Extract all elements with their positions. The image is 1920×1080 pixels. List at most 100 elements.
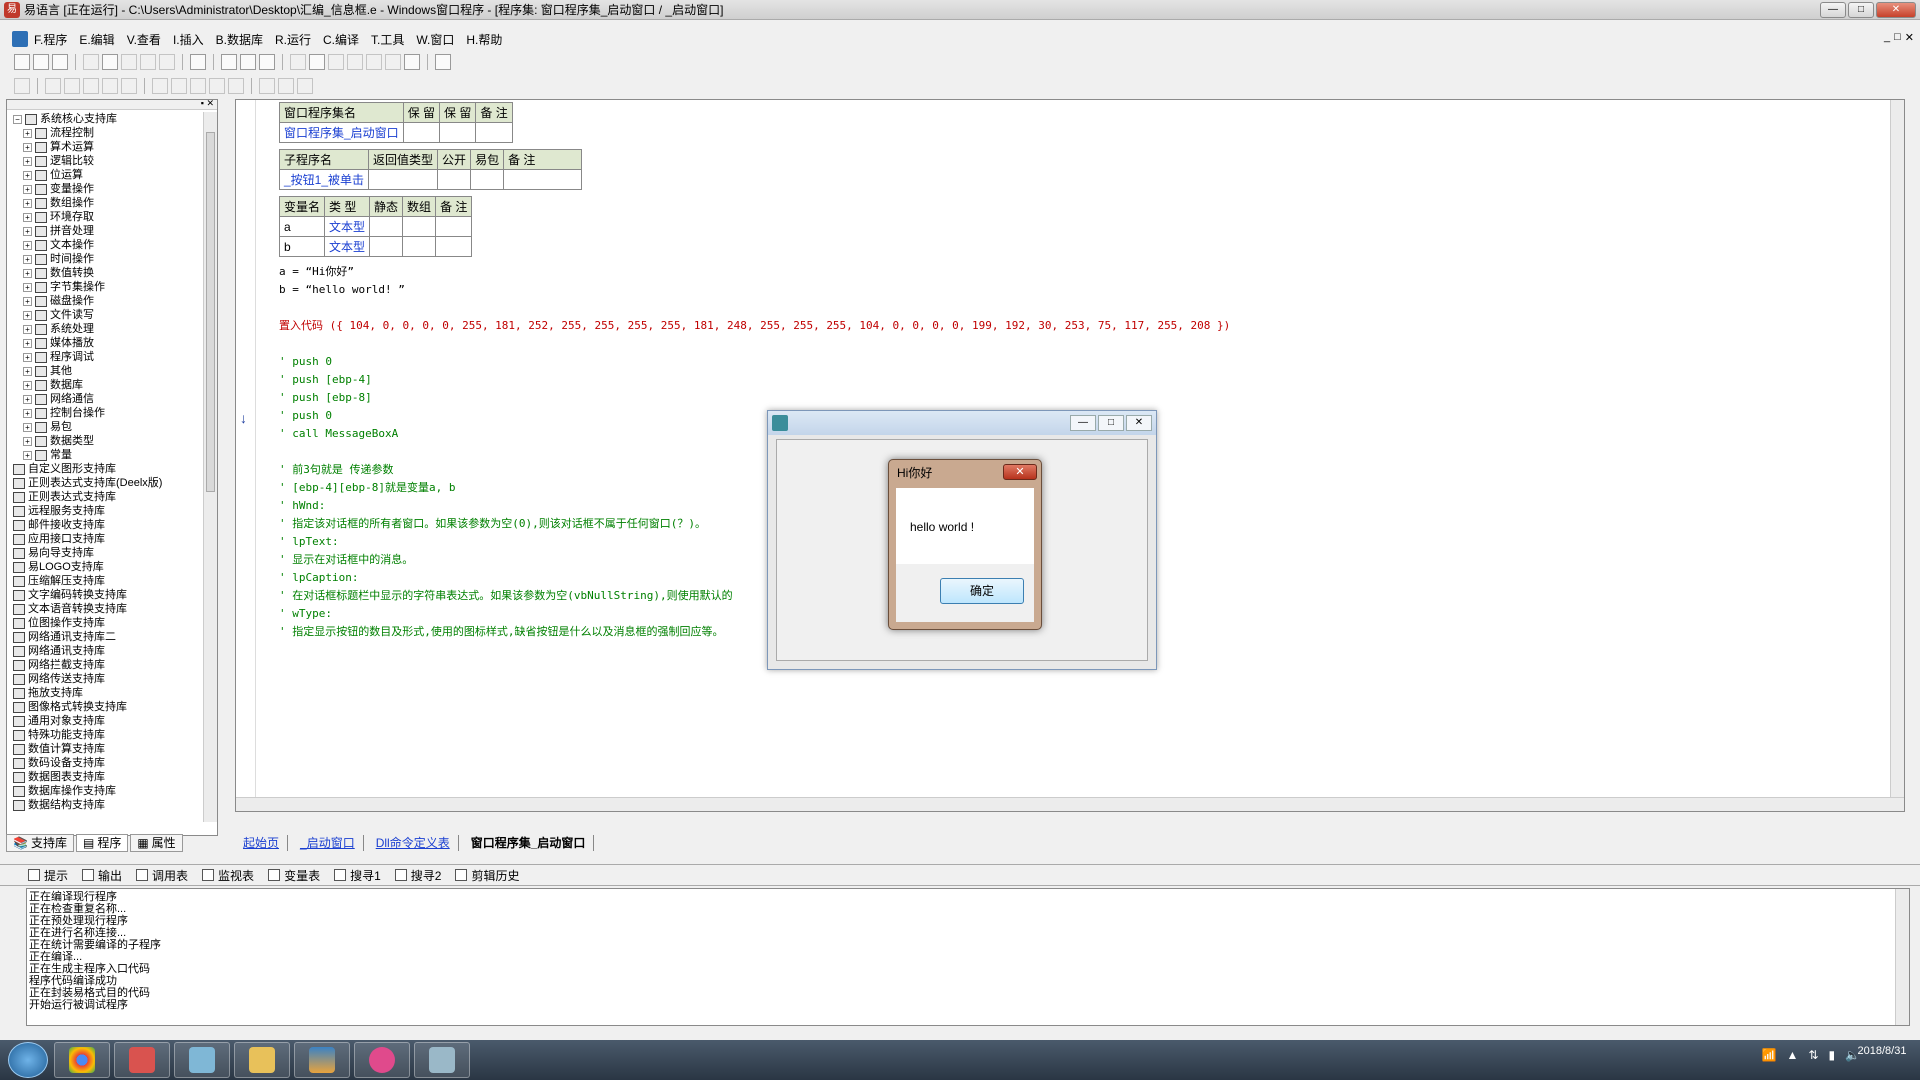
redo-icon[interactable] (140, 54, 156, 70)
align-bottom-icon[interactable] (121, 78, 137, 94)
tab-program[interactable]: ▤ 程序 (75, 834, 129, 852)
code-line[interactable]: a = “Hi你好” (279, 263, 1230, 281)
tab-properties[interactable]: ▦ 属性 (130, 834, 183, 852)
tree-node-library[interactable]: 网络通讯支持库 (7, 644, 203, 658)
tab-start-page[interactable]: 起始页 (235, 835, 289, 851)
expand-icon[interactable]: + (23, 408, 32, 418)
align-center-icon[interactable] (45, 78, 61, 94)
editor-vertical-scrollbar[interactable] (1890, 100, 1904, 811)
table-cell[interactable] (437, 169, 472, 190)
expand-icon[interactable]: + (23, 184, 32, 194)
tree-node-library[interactable]: 网络传送支持库 (7, 672, 203, 686)
tree-node-library[interactable]: 正则表达式支持库(Deelx版) (7, 476, 203, 490)
tree-node-library[interactable]: 远程服务支持库 (7, 504, 203, 518)
layout-icon[interactable] (221, 54, 237, 70)
table-cell[interactable] (503, 169, 583, 190)
output-scrollbar[interactable] (1895, 889, 1909, 1025)
form-minimize-button[interactable]: — (1070, 415, 1096, 431)
variable-type-cell[interactable]: 文本型 (324, 216, 371, 237)
maximize-button[interactable]: □ (1848, 1, 1874, 18)
copy-icon[interactable] (102, 54, 118, 70)
undo-icon[interactable] (159, 54, 175, 70)
tree-node-library[interactable]: 数据库操作支持库 (7, 784, 203, 798)
table-cell[interactable] (470, 169, 505, 190)
panel-close-icon[interactable]: ▪ ✕ (201, 98, 214, 109)
tree-node-category[interactable]: + 数组操作 (7, 196, 203, 210)
expand-icon[interactable]: + (23, 128, 32, 138)
table-icon[interactable] (259, 54, 275, 70)
save-icon[interactable] (52, 54, 68, 70)
expand-icon[interactable]: + (23, 170, 32, 180)
align-top-icon[interactable] (83, 78, 99, 94)
tree-node-library[interactable]: 通用对象支持库 (7, 714, 203, 728)
taskbar-chrome[interactable] (54, 1042, 110, 1078)
tree-node-library[interactable]: 数值计算支持库 (7, 742, 203, 756)
tree-node-category[interactable]: + 程序调试 (7, 350, 203, 364)
wifi-icon[interactable]: 📶 (1762, 1048, 1777, 1062)
start-button[interactable] (8, 1042, 48, 1078)
expand-icon[interactable]: + (23, 310, 32, 320)
menu-compile[interactable]: C.编译 (323, 31, 359, 48)
align-left-icon[interactable] (14, 78, 30, 94)
tree-node-category[interactable]: + 环境存取 (7, 210, 203, 224)
expand-icon[interactable]: + (23, 380, 32, 390)
table-cell[interactable] (402, 236, 437, 257)
scroll-thumb[interactable] (206, 132, 215, 492)
variable-name-cell[interactable]: b (278, 236, 326, 257)
form-icon[interactable] (240, 54, 256, 70)
close-button[interactable]: ✕ (1876, 1, 1916, 18)
network-icon[interactable]: ⇅ (1808, 1048, 1818, 1062)
menu-help[interactable]: H.帮助 (466, 31, 502, 48)
menu-insert[interactable]: I.插入 (173, 31, 204, 48)
tree-node-category[interactable]: + 磁盘操作 (7, 294, 203, 308)
tree-node-category[interactable]: + 位运算 (7, 168, 203, 182)
tree-node-category[interactable]: + 媒体播放 (7, 336, 203, 350)
expand-icon[interactable]: + (23, 282, 32, 292)
tree-node-library[interactable]: 数据结构支持库 (7, 798, 203, 812)
tree-node-library[interactable]: 特殊功能支持库 (7, 728, 203, 742)
menu-window[interactable]: W.窗口 (416, 31, 454, 48)
expand-icon[interactable]: + (23, 366, 32, 376)
same-height-icon[interactable] (171, 78, 187, 94)
tree-node-library[interactable]: 网络拦截支持库 (7, 658, 203, 672)
tree-node-category[interactable]: + 易包 (7, 420, 203, 434)
new-file-icon[interactable] (14, 54, 30, 70)
run-to-cursor-icon[interactable] (385, 54, 401, 70)
tab-call-stack[interactable]: 调用表 (136, 867, 188, 884)
spacing-h-icon[interactable] (209, 78, 225, 94)
tab-clip-history[interactable]: 剪辑历史 (455, 867, 519, 884)
find-icon[interactable] (190, 54, 206, 70)
editor-horizontal-scrollbar[interactable] (236, 797, 1904, 811)
tree-node-category[interactable]: + 控制台操作 (7, 406, 203, 420)
menu-run[interactable]: R.运行 (275, 31, 311, 48)
align-middle-icon[interactable] (102, 78, 118, 94)
binoculars-icon[interactable] (435, 54, 451, 70)
comment-line[interactable]: ' push [ebp-4] (279, 371, 1230, 389)
tree-node-root[interactable]: − 系统核心支持库 (7, 112, 203, 126)
table-cell[interactable] (369, 236, 404, 257)
expand-icon[interactable]: + (23, 198, 32, 208)
step-into-icon[interactable] (328, 54, 344, 70)
table-cell[interactable] (439, 122, 477, 143)
expand-icon[interactable]: + (23, 268, 32, 278)
tab-search1[interactable]: 搜寻1 (334, 867, 381, 884)
hand-icon[interactable] (404, 54, 420, 70)
tree-node-library[interactable]: 易LOGO支持库 (7, 560, 203, 574)
inline-code-line[interactable]: 置入代码 ({ 104, 0, 0, 0, 0, 255, 181, 252, … (279, 317, 1230, 335)
tree-node-category[interactable]: + 流程控制 (7, 126, 203, 140)
message-box-close-button[interactable]: ✕ (1003, 464, 1037, 480)
expand-icon[interactable]: + (23, 296, 32, 306)
collapse-icon[interactable]: − (13, 114, 22, 124)
tree-node-category[interactable]: + 算术运算 (7, 140, 203, 154)
open-folder-icon[interactable] (33, 54, 49, 70)
tree-node-category[interactable]: + 变量操作 (7, 182, 203, 196)
table-cell[interactable] (402, 122, 441, 143)
center-v-icon[interactable] (278, 78, 294, 94)
tree-node-category[interactable]: + 拼音处理 (7, 224, 203, 238)
tree-node-library[interactable]: 正则表达式支持库 (7, 490, 203, 504)
tree-node-category[interactable]: + 系统处理 (7, 322, 203, 336)
menu-database[interactable]: B.数据库 (216, 31, 263, 48)
tree-node-category[interactable]: + 数值转换 (7, 266, 203, 280)
tab-hints[interactable]: 提示 (28, 867, 68, 884)
table-cell[interactable] (368, 169, 439, 190)
